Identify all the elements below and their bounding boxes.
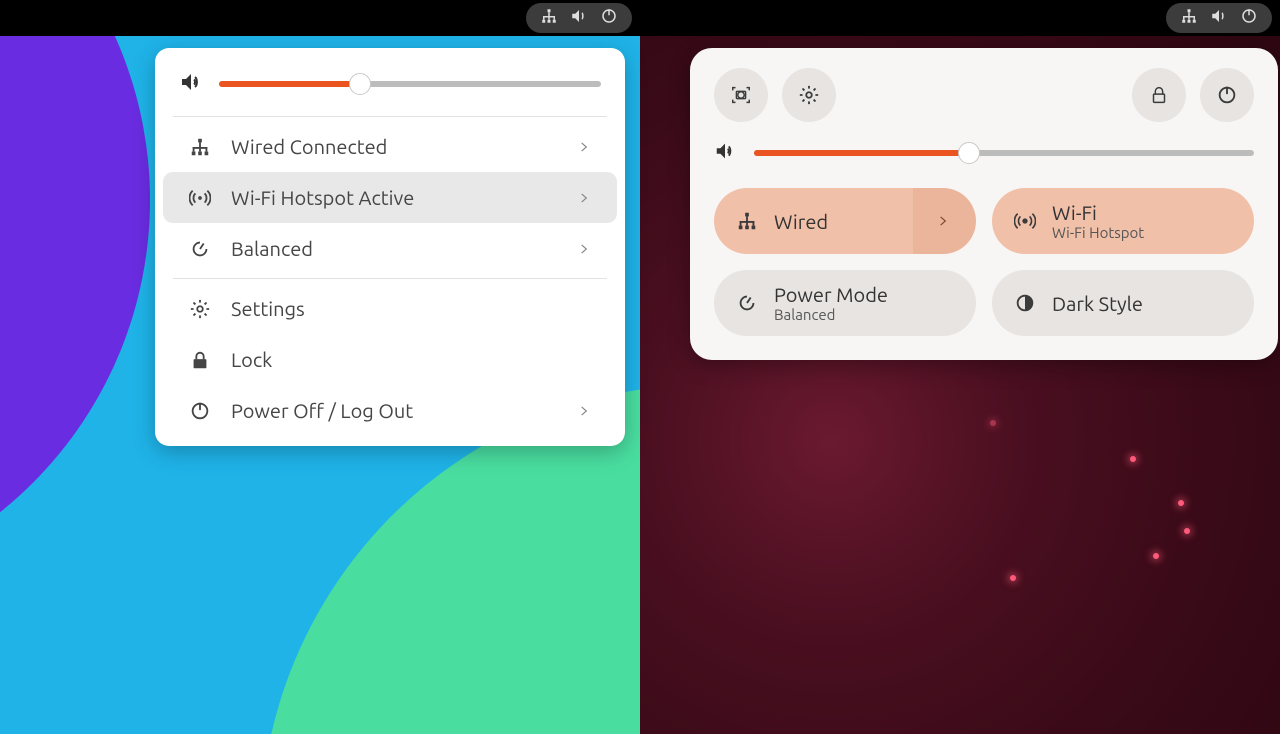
system-tray-right[interactable] (1166, 3, 1272, 33)
volume-row (155, 62, 625, 112)
volume-icon (1210, 7, 1228, 29)
menu-label: Wired Connected (231, 135, 557, 158)
toggle-wired[interactable]: Wired (714, 188, 976, 254)
chevron-right-icon (577, 237, 591, 260)
volume-icon (714, 140, 736, 166)
volume-slider[interactable] (754, 150, 1254, 156)
lock-icon (189, 349, 211, 371)
power-profile-icon (736, 292, 758, 314)
tile-title: Wired (774, 210, 900, 233)
chevron-right-icon (577, 186, 591, 209)
tile-title: Wi-Fi (1052, 201, 1248, 224)
menu-label: Balanced (231, 237, 557, 260)
menu-label: Wi-Fi Hotspot Active (231, 186, 557, 209)
menu-label: Lock (231, 348, 591, 371)
quick-settings-toprow (714, 68, 1254, 122)
toggle-power-mode[interactable]: Power Mode Balanced (714, 270, 976, 336)
separator (173, 116, 607, 117)
power-profile-icon (189, 238, 211, 260)
tile-title: Power Mode (774, 283, 970, 306)
menu-item-power-off[interactable]: Power Off / Log Out (163, 385, 617, 436)
menu-item-lock[interactable]: Lock (163, 334, 617, 385)
chevron-right-icon (577, 399, 591, 422)
menu-label: Settings (231, 297, 591, 320)
power-icon (189, 400, 211, 422)
menu-item-wifi-hotspot[interactable]: Wi-Fi Hotspot Active (163, 172, 617, 223)
power-icon (1240, 7, 1258, 29)
separator (173, 278, 607, 279)
settings-button[interactable] (782, 68, 836, 122)
right-pane: Wired Wi-Fi Wi-Fi Hotspot Power Mode (640, 0, 1280, 734)
quick-settings-grid: Wired Wi-Fi Wi-Fi Hotspot Power Mode (714, 188, 1254, 336)
network-icon (540, 7, 558, 29)
volume-row (714, 140, 1254, 166)
chevron-right-icon (577, 135, 591, 158)
system-menu-left: Wired Connected Wi-Fi Hotspot Active Bal… (155, 48, 625, 446)
toggle-dark-style[interactable]: Dark Style (992, 270, 1254, 336)
menu-item-wired[interactable]: Wired Connected (163, 121, 617, 172)
network-icon (736, 210, 758, 232)
lock-button[interactable] (1132, 68, 1186, 122)
volume-slider[interactable] (219, 81, 601, 87)
system-tray-left[interactable] (526, 3, 632, 33)
left-pane: Wired Connected Wi-Fi Hotspot Active Bal… (0, 0, 640, 734)
volume-icon (179, 70, 203, 98)
hotspot-icon (189, 187, 211, 209)
volume-icon (570, 7, 588, 29)
tile-title: Dark Style (1052, 292, 1248, 315)
toggle-wifi[interactable]: Wi-Fi Wi-Fi Hotspot (992, 188, 1254, 254)
chevron-right-icon[interactable] (916, 188, 970, 254)
network-icon (189, 136, 211, 158)
settings-icon (189, 298, 211, 320)
menu-label: Power Off / Log Out (231, 399, 557, 422)
quick-settings-panel: Wired Wi-Fi Wi-Fi Hotspot Power Mode (690, 48, 1278, 360)
network-icon (1180, 7, 1198, 29)
topbar-right (640, 0, 1280, 36)
tile-subtitle: Wi-Fi Hotspot (1052, 224, 1248, 241)
menu-item-power-profile[interactable]: Balanced (163, 223, 617, 274)
power-icon (600, 7, 618, 29)
topbar-left (0, 0, 640, 36)
menu-item-settings[interactable]: Settings (163, 283, 617, 334)
hotspot-icon (1014, 210, 1036, 232)
screenshot-button[interactable] (714, 68, 768, 122)
power-button[interactable] (1200, 68, 1254, 122)
dark-mode-icon (1014, 292, 1036, 314)
tile-subtitle: Balanced (774, 306, 970, 323)
